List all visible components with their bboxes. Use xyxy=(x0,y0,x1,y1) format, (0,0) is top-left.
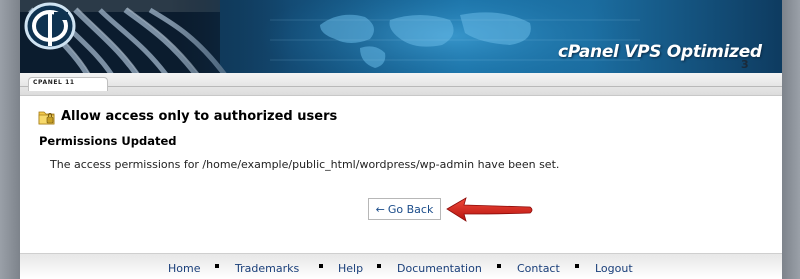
footer-link-contact[interactable]: Contact xyxy=(517,262,560,275)
page-title: Allow access only to authorized users xyxy=(61,108,338,124)
product-wordmark: cPanel VPS Optimized xyxy=(558,42,762,62)
page-heading: Allow access only to authorized users xyxy=(38,106,337,126)
footer-divider xyxy=(20,253,782,254)
right-page-border xyxy=(782,0,800,279)
footer-link-help[interactable]: Help xyxy=(338,262,363,275)
footer-separator xyxy=(377,264,381,268)
footer-separator xyxy=(319,264,323,268)
tab-label: CPANEL 11 xyxy=(33,79,75,86)
cpanel-logo-icon xyxy=(24,2,76,50)
folder-lock-icon xyxy=(38,111,55,124)
status-heading: Permissions Updated xyxy=(39,134,177,148)
page-frame: cPanel VPS Optimized 3 CPANEL 11 Allow a… xyxy=(20,0,782,279)
go-back-label: Go Back xyxy=(387,202,434,216)
footer-separator xyxy=(575,264,579,268)
footer-link-trademarks[interactable]: Trademarks xyxy=(235,262,299,275)
back-arrow-icon: ← xyxy=(375,202,385,216)
tab-bar-divider xyxy=(20,86,782,87)
left-page-border xyxy=(0,0,20,279)
footer-separator xyxy=(215,264,219,268)
product-version: 3 xyxy=(741,58,749,71)
status-message: The access permissions for /home/example… xyxy=(50,158,560,171)
footer-link-documentation[interactable]: Documentation xyxy=(397,262,482,275)
go-back-button[interactable]: ← Go Back xyxy=(368,198,441,220)
tab-bar xyxy=(20,73,782,96)
footer-link-home[interactable]: Home xyxy=(168,262,200,275)
footer-separator xyxy=(497,264,501,268)
red-pointer-arrow-icon xyxy=(446,197,533,222)
footer-link-logout[interactable]: Logout xyxy=(595,262,633,275)
header-banner: cPanel VPS Optimized 3 xyxy=(20,0,782,73)
